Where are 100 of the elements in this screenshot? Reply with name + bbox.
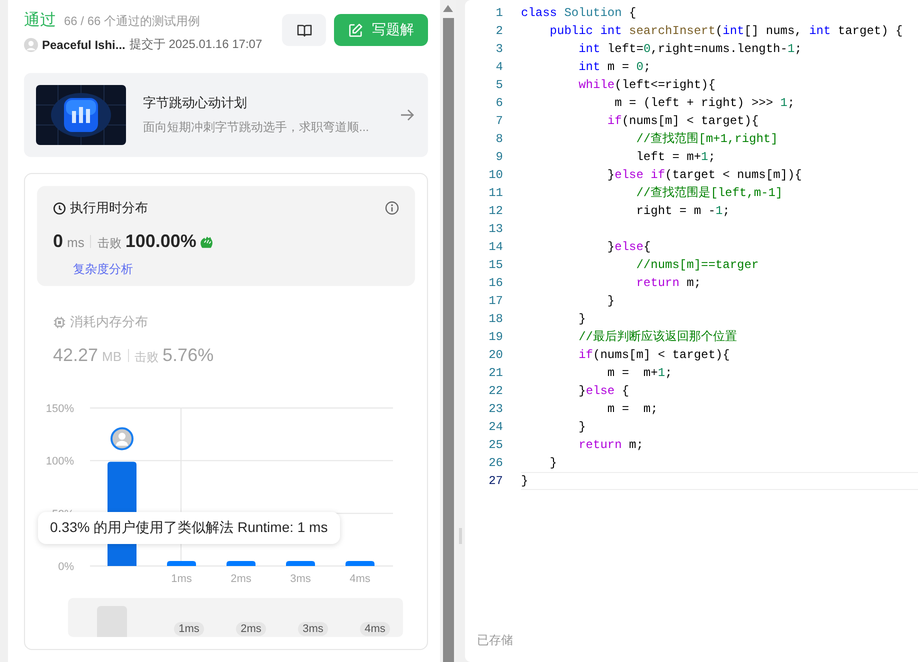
edit-icon xyxy=(348,22,363,38)
overview-label: 3ms xyxy=(298,622,328,636)
axis-label: 4ms xyxy=(350,573,370,585)
line-number: 18 xyxy=(488,311,503,328)
scrollbar-thumb[interactable] xyxy=(442,18,454,662)
line-number: 9 xyxy=(494,149,503,166)
line-number: 26 xyxy=(488,455,503,472)
stat-value: 0 xyxy=(53,231,64,252)
beats-percent: 100.00% xyxy=(125,231,196,252)
stat-value: 42.27 xyxy=(53,345,98,366)
stat-title: 执行用时分布 xyxy=(70,199,148,217)
code-line: int m = 0; xyxy=(578,59,651,76)
line-number: 5 xyxy=(494,77,503,94)
code-line: //nums[m]==targer xyxy=(635,257,759,274)
code-line: int left=0,right=nums.length-1; xyxy=(578,41,802,58)
code-line: //查找范围是[left,m-1] xyxy=(635,185,783,202)
code-line: m = (left + right) >>> 1; xyxy=(614,95,795,112)
code-line: } xyxy=(548,455,558,472)
code-line: }else { xyxy=(578,383,630,400)
code-line: } xyxy=(578,419,586,436)
line-number: 27 xyxy=(488,473,503,490)
chart-overview[interactable]: 1ms 2ms 3ms 4ms xyxy=(68,598,403,637)
axis-label: 0% xyxy=(58,561,74,573)
code-line: public int searchInsert(int[] nums, int target) { xyxy=(548,23,903,40)
code-line: if(nums[m] < target){ xyxy=(578,347,730,364)
line-number: 2 xyxy=(494,23,503,40)
stat-title: 消耗内存分布 xyxy=(70,313,148,331)
code-line: } xyxy=(521,472,918,490)
line-number: 24 xyxy=(488,419,503,436)
axis-label: 3ms xyxy=(290,573,311,585)
bar xyxy=(286,561,315,566)
bar xyxy=(226,561,256,566)
chip-icon xyxy=(53,316,66,328)
code-line: } xyxy=(578,311,586,328)
stat-unit: MB xyxy=(102,349,122,364)
code-line: } xyxy=(606,293,615,310)
code-line: }else if(target < nums[m]){ xyxy=(606,167,802,184)
line-number: 8 xyxy=(494,131,503,148)
line-number: 3 xyxy=(494,41,503,58)
status-label: 通过 xyxy=(24,10,56,31)
line-number: 6 xyxy=(494,95,503,112)
book-icon xyxy=(296,22,312,38)
line-number: 20 xyxy=(488,347,503,364)
line-number: 10 xyxy=(488,167,503,184)
clock-icon xyxy=(53,202,66,214)
bar xyxy=(167,561,196,566)
line-number: 11 xyxy=(488,185,503,202)
code-line: while(left<=right){ xyxy=(578,77,716,94)
line-number: 15 xyxy=(488,257,503,274)
line-number: 23 xyxy=(488,401,503,418)
code-line: //查找范围[m+1,right] xyxy=(635,131,778,148)
line-number: 22 xyxy=(488,383,503,400)
stat-panel[interactable]: 执行用时分布 0 ms 击败 100.00% 复杂度分析 xyxy=(37,186,415,286)
overview-bar xyxy=(97,606,127,637)
code-line: return m; xyxy=(635,275,702,292)
chart-tooltip: 0.33% 的用户使用了类似解法 Runtime: 1 ms xyxy=(38,512,340,544)
code-line: m = m+1; xyxy=(606,365,672,382)
arrow-right-icon xyxy=(400,108,414,122)
complexity-link[interactable]: 复杂度分析 xyxy=(73,261,133,278)
clapping-hands-icon xyxy=(199,234,214,249)
info-icon[interactable] xyxy=(385,201,399,215)
promo-banner[interactable]: 字节跳动心动计划 面向短期冲刺字节跳动选手，求职弯道顺... xyxy=(24,73,428,157)
line-number: 21 xyxy=(488,365,503,382)
stat-unit: ms xyxy=(67,235,84,250)
axis-label: 100% xyxy=(46,456,74,468)
axis-label: 150% xyxy=(46,403,74,415)
code-line: class Solution { xyxy=(521,5,636,22)
overview-label: 1ms xyxy=(174,622,204,636)
line-number: 12 xyxy=(488,203,503,220)
test-count: 66 / 66 个通过的测试用例 xyxy=(64,13,200,30)
banner-description: 面向短期冲刺字节跳动选手，求职弯道顺... xyxy=(143,119,370,136)
user-avatar xyxy=(24,38,38,52)
code-line: }else{ xyxy=(606,239,651,256)
submit-time: 提交于 2025.01.16 17:07 xyxy=(129,36,262,53)
line-number: 17 xyxy=(488,293,503,310)
line-number: 16 xyxy=(488,275,503,292)
save-status: 已存储 xyxy=(476,632,514,649)
line-number: 19 xyxy=(488,329,503,346)
line-number: 7 xyxy=(494,113,503,130)
code-line: left = m+1; xyxy=(635,149,716,166)
overview-label: 4ms xyxy=(360,622,390,636)
code-line: if(nums[m] < target){ xyxy=(606,113,759,130)
user-avatar-marker xyxy=(110,427,134,450)
bar xyxy=(346,561,374,566)
code-line: return m; xyxy=(578,437,644,454)
line-number: 1 xyxy=(494,5,503,22)
axis-label: 1ms xyxy=(171,573,192,585)
scroll-up-arrow-icon[interactable] xyxy=(443,5,453,12)
beats-percent: 5.76% xyxy=(162,345,214,366)
line-number: 4 xyxy=(494,59,503,76)
solution-book-button[interactable] xyxy=(282,14,326,46)
beats-label: 击败 xyxy=(134,349,159,366)
axis-label: 2ms xyxy=(230,573,252,585)
author-name[interactable]: Peaceful Ishi... xyxy=(42,38,126,52)
banner-title: 字节跳动心动计划 xyxy=(143,94,248,112)
line-number: 25 xyxy=(488,437,503,454)
overview-label: 2ms xyxy=(236,622,266,636)
code-line: //最后判断应该返回那个位置 xyxy=(578,329,738,346)
code-line: m = m; xyxy=(606,401,658,418)
code-line: right = m -1; xyxy=(635,203,730,220)
